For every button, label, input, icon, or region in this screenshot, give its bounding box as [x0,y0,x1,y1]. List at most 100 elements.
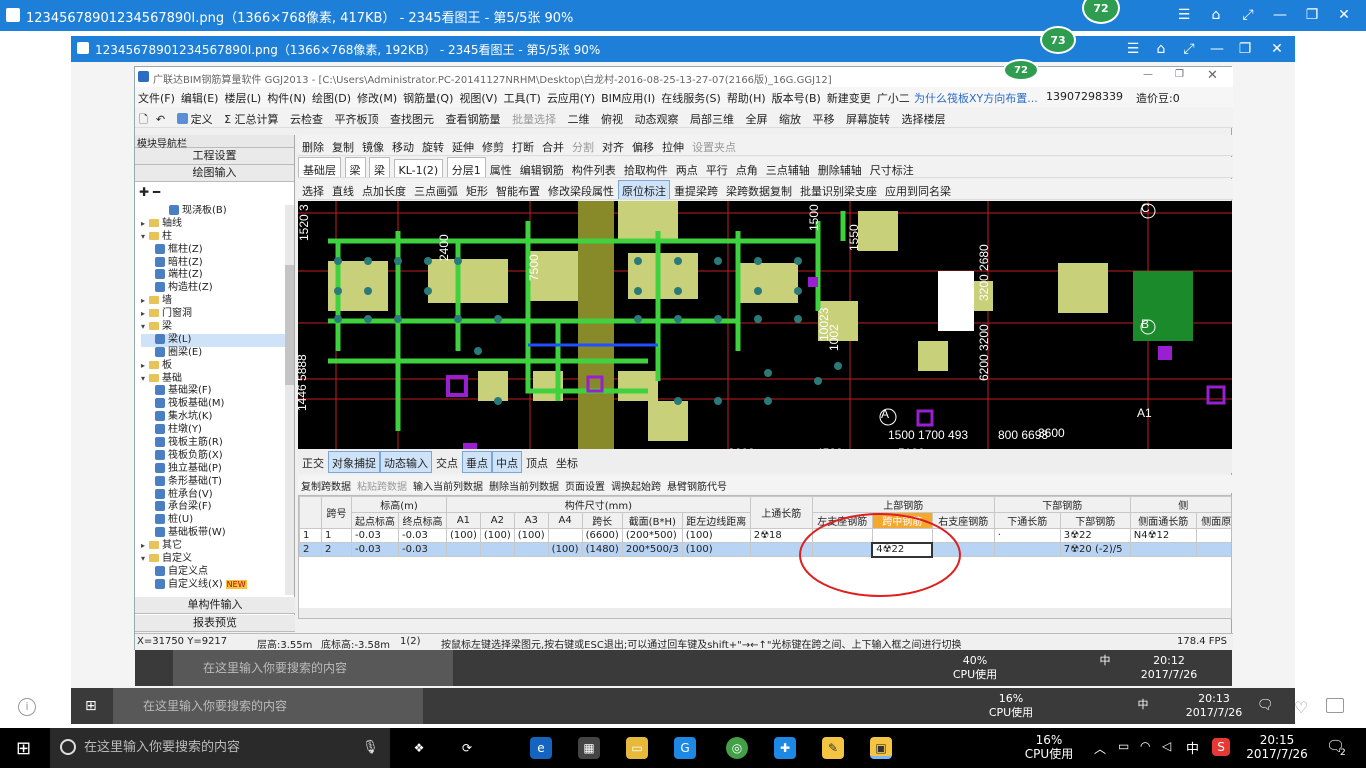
tree-node[interactable]: ▾ 自定义 [141,553,291,566]
delete-column-button[interactable]: 删除当前列数据 [486,475,562,496]
middle-badge[interactable]: 73 [1040,26,1076,54]
table-cell[interactable]: (100) [479,528,515,543]
tree-node[interactable]: ▸ 其它 [141,540,291,553]
rotate-screen-button[interactable]: 屏幕旋转 [842,107,894,127]
split-button[interactable]: 分割 [568,135,598,155]
table-cell[interactable]: (100) [681,542,751,557]
menu-tools[interactable]: 工具(T) [501,87,544,109]
tree-node[interactable]: 筏板主筋(R) [141,437,291,450]
dimension-button[interactable]: 尺寸标注 [866,158,918,177]
sum-calc-button[interactable]: Σ 汇总计算 [220,107,282,127]
expand-icon[interactable]: ▸ [141,540,149,553]
modify-span-button[interactable]: 修改梁段属性 [544,179,618,199]
select-button[interactable]: 选择 [298,179,328,199]
expand-icon[interactable]: ▸ [141,295,149,308]
table-cell[interactable]: (100) [681,528,751,543]
expand-icon[interactable]: ▸ [141,360,149,373]
tree-node[interactable]: 基础板带(W) [141,527,291,540]
align-slab-button[interactable]: 平齐板顶 [331,107,383,127]
view-rebar-button[interactable]: 查看钢筋量 [442,107,505,127]
outer-badge[interactable]: 72 [1082,0,1120,24]
table-cell[interactable] [513,542,549,557]
collapse-icon[interactable]: ▾ [141,231,149,244]
ime-indicator[interactable]: 中 [1135,698,1151,712]
menu-file[interactable]: 文件(F) [135,87,178,109]
image-viewer-icon[interactable]: ▣ [870,737,892,759]
ime-indicator[interactable]: 中 [1186,738,1199,757]
two-point-button[interactable]: 两点 [672,158,702,177]
fullscreen-icon[interactable]: ⤢ [1236,5,1260,25]
midpoint-toggle[interactable]: 中点 [492,451,522,473]
table-cell[interactable]: 1 [321,528,352,543]
volume-icon[interactable]: ◁ [1162,739,1171,753]
search-box[interactable]: 在这里输入你要搜索的内容 [113,688,423,724]
new-icon[interactable]: 🗋 [135,107,152,127]
delete-button[interactable]: 删除 [298,135,328,155]
nav-draw-input[interactable]: 绘图输入 [135,165,294,182]
line-button[interactable]: 直线 [328,179,358,199]
perpendicular-toggle[interactable]: 垂点 [462,451,492,473]
smart-place-button[interactable]: 智能布置 [492,179,544,199]
table-cell[interactable]: 3☢22 [1059,528,1131,543]
clock[interactable]: 20:15 2017/7/26 [1240,733,1314,761]
table-cell[interactable] [993,542,1061,557]
restore-icon[interactable]: ❐ [1175,69,1184,80]
store-icon[interactable]: ▦ [578,737,600,759]
table-row[interactable]: 1 1 -0.03 -0.03 (100) (100) (100) (6600) (200*50… [299,528,1231,543]
table-cell[interactable]: (1480) [581,542,623,557]
table-cell[interactable]: 200*500/3 [621,542,683,557]
skin-icon[interactable]: ⌂ [1149,39,1173,59]
collapse-icon[interactable]: ▾ [141,321,149,334]
menu-icon[interactable]: ☰ [1121,39,1145,59]
local-3d-button[interactable]: 局部三维 [686,107,738,127]
select-floor-button[interactable]: 选择楼层 [898,107,950,127]
table-cell[interactable] [1195,542,1231,557]
expand-icon[interactable]: ▸ [141,308,149,321]
tree-node[interactable]: 现浇板(B) [141,205,291,218]
taskview-icon[interactable]: ❖ [408,737,430,759]
edge-icon[interactable]: e [530,737,552,759]
tree-node[interactable]: 框柱(Z) [141,243,291,257]
table-cell[interactable]: (100) [446,528,481,543]
input-column-button[interactable]: 输入当前列数据 [410,475,486,496]
table-cell[interactable] [479,542,515,557]
page-setup-button[interactable]: 页面设置 [562,475,608,496]
clock[interactable]: 20:13 2017/7/26 [1181,692,1247,720]
battery-icon[interactable]: ▭ [1118,739,1129,753]
menu-floor[interactable]: 楼层(L) [221,87,264,109]
restore-icon[interactable]: ❐ [1300,5,1324,25]
minimize-icon[interactable]: — [1268,5,1292,25]
define-button[interactable]: 定义 [173,107,217,127]
move-button[interactable]: 移动 [388,135,418,155]
tray-up-icon[interactable]: ︿ [1094,740,1106,757]
notice-link[interactable]: 为什么筏板XY方向布置... [911,87,1041,109]
offset-button[interactable]: 偏移 [628,135,658,155]
point-length-button[interactable]: 点加长度 [358,179,410,199]
stretch-button[interactable]: 拉伸 [658,135,688,155]
cad-drawing-canvas[interactable]: 3600 3600450051001320012ABCA11520 324007… [298,201,1232,449]
pick-component-button[interactable]: 拾取构件 [620,158,672,177]
arc-button[interactable]: 三点画弧 [410,179,462,199]
tree-node[interactable]: 自定义点 [141,565,291,579]
coordinate-toggle[interactable]: 坐标 [552,450,582,471]
menu-new-change[interactable]: 新建变更 [824,87,874,109]
object-snap-toggle[interactable]: 对象捕捉 [328,451,380,473]
skin-icon[interactable]: ⌂ [1204,5,1228,25]
component-list-button[interactable]: 构件列表 [568,158,620,177]
ortho-toggle[interactable]: 正交 [298,450,328,471]
menu-help[interactable]: 帮助(H) [724,87,769,109]
phone-number[interactable]: 13907298339 [1043,87,1126,106]
delete-axis-button[interactable]: 删除辅轴 [814,158,866,177]
mic-icon[interactable]: 🎙 [362,728,379,768]
table-cell[interactable]: -0.03 [351,542,399,557]
collapse-all-icon[interactable]: ━ [153,185,160,199]
menu-online[interactable]: 在线服务(S) [658,87,724,109]
table-cell[interactable]: (100) [547,542,583,557]
batch-support-button[interactable]: 批量识别梁支座 [796,179,881,199]
tree-node[interactable]: 桩承台(V) [141,488,291,502]
remote-icon[interactable]: ✚ [774,737,796,759]
floor-select[interactable]: 基础层 [298,157,341,177]
restore-icon[interactable]: ❐ [1233,39,1257,59]
search-box[interactable]: 在这里输入你要搜索的内容 🎙 [50,728,390,768]
copy-span-button[interactable]: 复制跨数据 [298,475,354,496]
